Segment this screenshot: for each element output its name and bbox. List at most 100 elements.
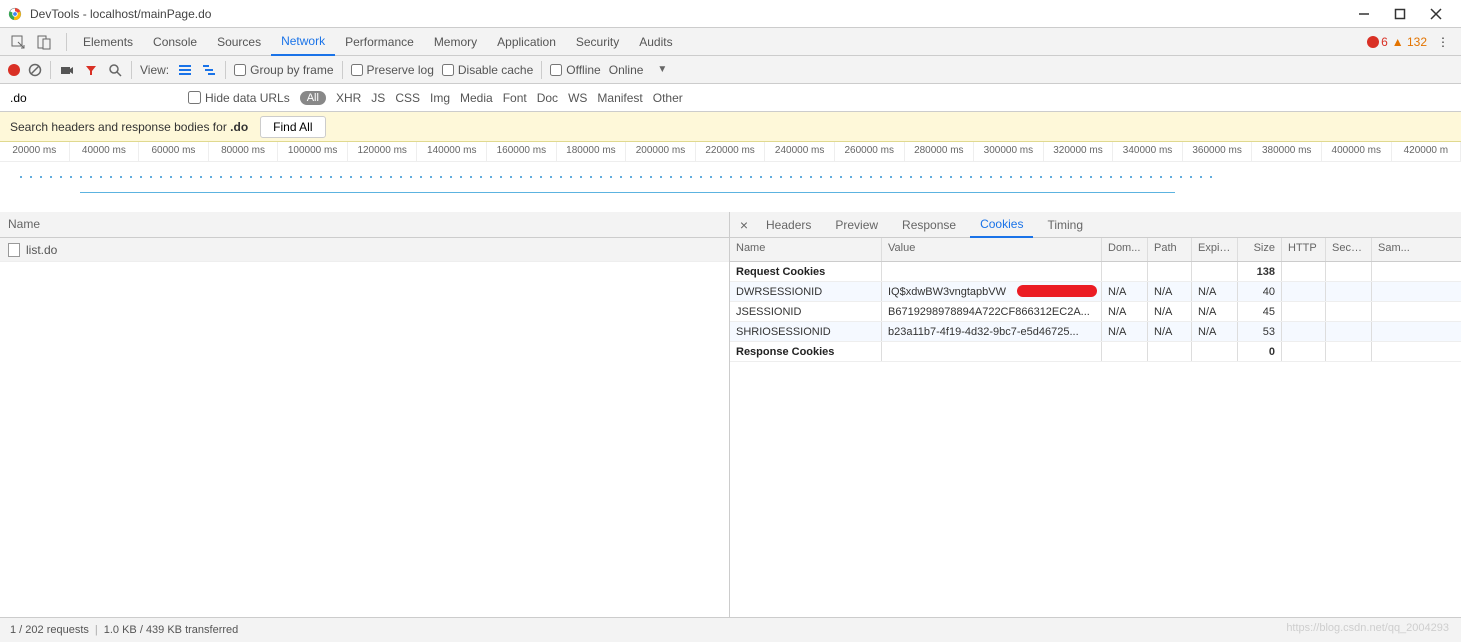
cookie-table: Name Value Dom... Path Expir... Size HTT… xyxy=(730,238,1461,617)
tab-cookies[interactable]: Cookies xyxy=(970,212,1033,238)
response-cookies-section: Response Cookies 0 xyxy=(730,342,1461,362)
tab-performance[interactable]: Performance xyxy=(335,28,424,56)
main-tabbar: Elements Console Sources Network Perform… xyxy=(0,28,1461,56)
cookie-row[interactable]: JSESSIONIDB6719298978894A722CF866312EC2A… xyxy=(730,302,1461,322)
timeline-tick: 300000 ms xyxy=(974,142,1044,161)
filter-img[interactable]: Img xyxy=(430,91,450,105)
col-samesite[interactable]: Sam... xyxy=(1372,238,1461,261)
tab-elements[interactable]: Elements xyxy=(73,28,143,56)
request-name: list.do xyxy=(26,243,57,257)
maximize-button[interactable] xyxy=(1393,7,1407,21)
col-name[interactable]: Name xyxy=(730,238,882,261)
preserve-log-checkbox[interactable]: Preserve log xyxy=(351,63,434,77)
tab-network[interactable]: Network xyxy=(271,28,335,56)
timeline-tick: 400000 ms xyxy=(1322,142,1392,161)
timeline[interactable]: 20000 ms40000 ms60000 ms80000 ms100000 m… xyxy=(0,142,1461,212)
tab-console[interactable]: Console xyxy=(143,28,207,56)
timeline-tick: 160000 ms xyxy=(487,142,557,161)
chrome-icon xyxy=(8,7,22,21)
kebab-menu-icon[interactable]: ⋮ xyxy=(1437,35,1453,49)
filter-other[interactable]: Other xyxy=(653,91,683,105)
large-rows-icon[interactable] xyxy=(177,62,193,78)
close-detail-icon[interactable]: × xyxy=(736,217,752,233)
timeline-tick: 40000 ms xyxy=(70,142,140,161)
col-path[interactable]: Path xyxy=(1148,238,1192,261)
col-expires[interactable]: Expir... xyxy=(1192,238,1238,261)
device-toggle-icon[interactable] xyxy=(34,32,54,52)
filter-js[interactable]: JS xyxy=(371,91,385,105)
timeline-tick: 100000 ms xyxy=(278,142,348,161)
warning-count[interactable]: ▲ 132 xyxy=(1392,35,1427,49)
statusbar: 1 / 202 requests | 1.0 KB / 439 KB trans… xyxy=(0,618,1461,642)
filter-ws[interactable]: WS xyxy=(568,91,587,105)
requests-panel: Name list.do xyxy=(0,212,730,617)
filter-doc[interactable]: Doc xyxy=(537,91,558,105)
tab-timing[interactable]: Timing xyxy=(1037,212,1093,238)
hide-data-urls-checkbox[interactable]: Hide data URLs xyxy=(188,91,290,105)
transferred-size: 1.0 KB / 439 KB transferred xyxy=(104,624,239,636)
name-column-header[interactable]: Name xyxy=(0,212,729,238)
record-button[interactable] xyxy=(8,64,20,76)
timeline-tick: 340000 ms xyxy=(1113,142,1183,161)
find-all-button[interactable]: Find All xyxy=(260,116,325,138)
group-by-frame-checkbox[interactable]: Group by frame xyxy=(234,63,333,77)
camera-icon[interactable] xyxy=(59,62,75,78)
tab-response[interactable]: Response xyxy=(892,212,966,238)
timeline-ticks: 20000 ms40000 ms60000 ms80000 ms100000 m… xyxy=(0,142,1461,162)
error-count[interactable]: 6 xyxy=(1367,35,1388,49)
watermark: https://blog.csdn.net/qq_2004293 xyxy=(1286,622,1449,634)
timeline-tick: 260000 ms xyxy=(835,142,905,161)
search-text: Search headers and response bodies for .… xyxy=(10,120,248,134)
filter-css[interactable]: CSS xyxy=(395,91,420,105)
network-toolbar: View: Group by frame Preserve log Disabl… xyxy=(0,56,1461,84)
timeline-graph xyxy=(0,162,1461,212)
timeline-tick: 220000 ms xyxy=(696,142,766,161)
request-row[interactable]: list.do xyxy=(0,238,729,262)
filter-xhr[interactable]: XHR xyxy=(336,91,361,105)
filter-icon[interactable] xyxy=(83,62,99,78)
filter-all-pill[interactable]: All xyxy=(300,91,326,105)
filter-font[interactable]: Font xyxy=(503,91,527,105)
col-value[interactable]: Value xyxy=(882,238,1102,261)
throttling-select[interactable]: Online xyxy=(609,63,644,77)
request-count: 1 / 202 requests xyxy=(10,624,89,636)
tab-sources[interactable]: Sources xyxy=(207,28,271,56)
filter-manifest[interactable]: Manifest xyxy=(597,91,642,105)
timeline-tick: 240000 ms xyxy=(765,142,835,161)
col-secure[interactable]: Secure xyxy=(1326,238,1372,261)
cookie-row[interactable]: DWRSESSIONIDIQ$xdwBW3vngtapbVWN/AN/AN/A4… xyxy=(730,282,1461,302)
tab-preview[interactable]: Preview xyxy=(825,212,888,238)
inspect-element-icon[interactable] xyxy=(8,32,28,52)
tab-application[interactable]: Application xyxy=(487,28,566,56)
file-icon xyxy=(8,243,20,257)
timeline-tick: 120000 ms xyxy=(348,142,418,161)
detail-panel: × Headers Preview Response Cookies Timin… xyxy=(730,212,1461,617)
tab-security[interactable]: Security xyxy=(566,28,629,56)
col-http[interactable]: HTTP xyxy=(1282,238,1326,261)
main-area: Name list.do × Headers Preview Response … xyxy=(0,212,1461,618)
waterfall-icon[interactable] xyxy=(201,62,217,78)
timeline-tick: 380000 ms xyxy=(1252,142,1322,161)
timeline-tick: 80000 ms xyxy=(209,142,279,161)
close-button[interactable] xyxy=(1429,7,1443,21)
timeline-tick: 200000 ms xyxy=(626,142,696,161)
detail-tabs: × Headers Preview Response Cookies Timin… xyxy=(730,212,1461,238)
minimize-button[interactable] xyxy=(1357,7,1371,21)
request-cookies-section: Request Cookies 138 xyxy=(730,262,1461,282)
offline-checkbox[interactable]: Offline xyxy=(550,63,600,77)
divider xyxy=(66,33,67,51)
col-domain[interactable]: Dom... xyxy=(1102,238,1148,261)
tab-audits[interactable]: Audits xyxy=(629,28,682,56)
tab-headers[interactable]: Headers xyxy=(756,212,821,238)
clear-button[interactable] xyxy=(28,63,42,77)
timeline-tick: 420000 m xyxy=(1392,142,1461,161)
disable-cache-checkbox[interactable]: Disable cache xyxy=(442,63,533,77)
search-icon[interactable] xyxy=(107,62,123,78)
col-size[interactable]: Size xyxy=(1238,238,1282,261)
view-label: View: xyxy=(140,63,169,77)
chevron-down-icon[interactable]: ▼ xyxy=(651,64,673,75)
filter-input[interactable] xyxy=(8,89,178,107)
filter-media[interactable]: Media xyxy=(460,91,493,105)
tab-memory[interactable]: Memory xyxy=(424,28,487,56)
cookie-row[interactable]: SHRIOSESSIONIDb23a11b7-4f19-4d32-9bc7-e5… xyxy=(730,322,1461,342)
